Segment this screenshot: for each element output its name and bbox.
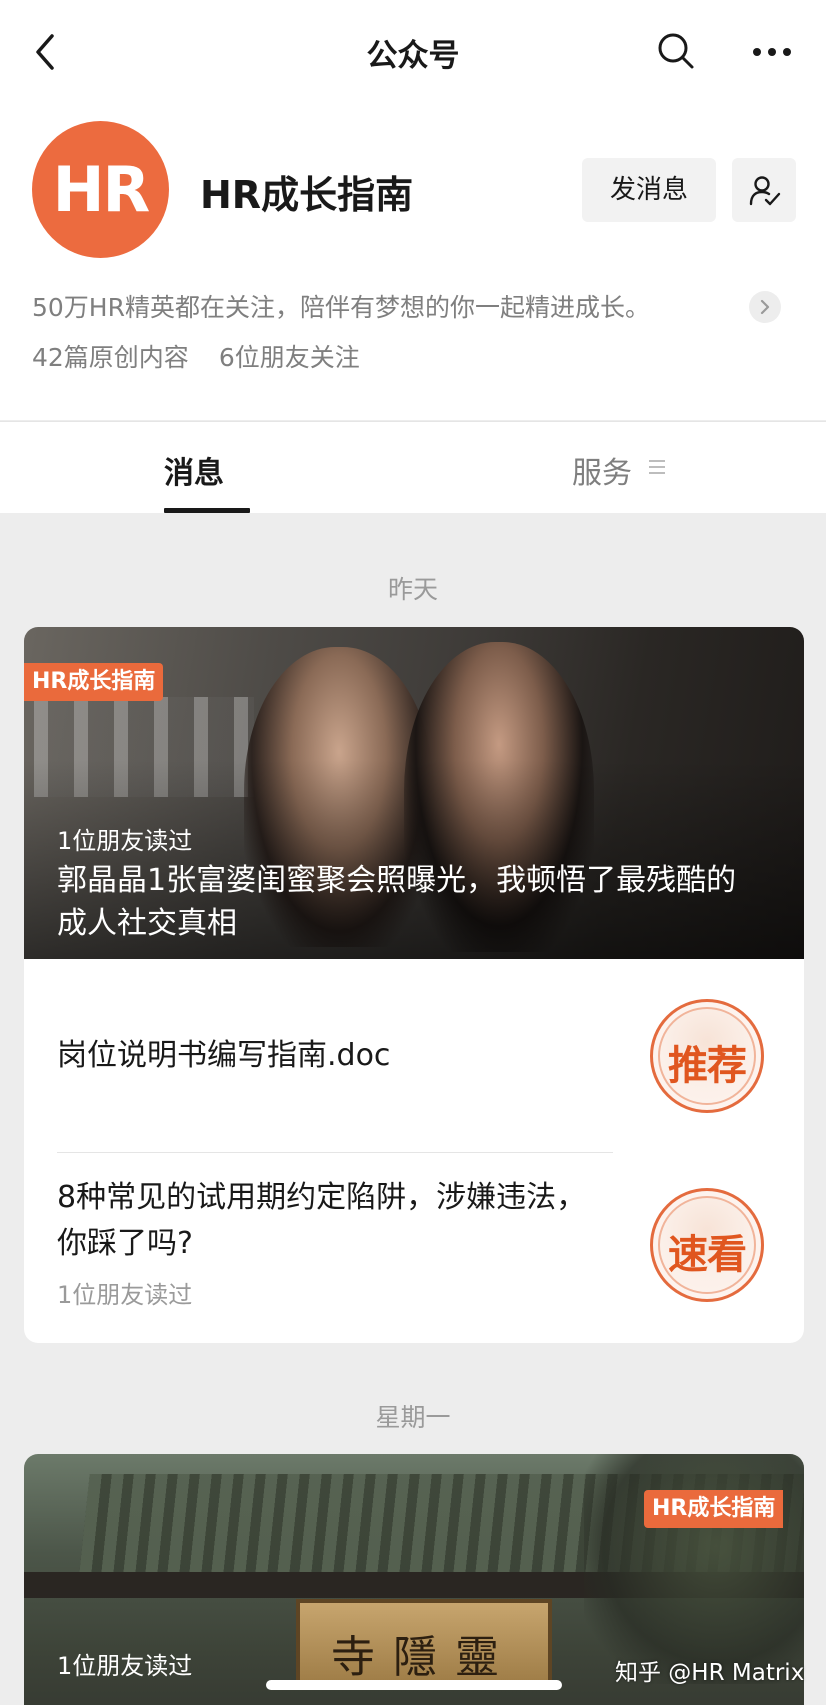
date-separator: 昨天: [387, 575, 438, 604]
list-item[interactable]: 岗位说明书编写指南.doc 推荐: [24, 959, 804, 1153]
more-horizontal-icon[interactable]: [750, 37, 794, 67]
hero-read-by: 1位朋友读过: [57, 827, 193, 855]
account-description[interactable]: 50万HR精英都在关注，陪伴有梦想的你一起精进成长。: [32, 288, 650, 324]
article-title: 8种常见的试用期约定陷阱，涉嫌违法，你踩了吗?: [57, 1180, 587, 1261]
hero-read-by: 1位朋友读过: [57, 1652, 193, 1680]
friends-following[interactable]: 6位朋友关注: [219, 343, 360, 372]
brand-tag: HR成长指南: [24, 663, 164, 701]
menu-lines-icon: [648, 458, 666, 480]
watermark: 知乎 @HR Matrix: [615, 1660, 805, 1686]
article-read-by: 1位朋友读过: [57, 1281, 193, 1309]
original-count[interactable]: 42篇原创内容: [32, 343, 189, 372]
home-indicator[interactable]: [266, 1680, 562, 1690]
badge-text: 推荐: [668, 1043, 747, 1089]
article-card: HR成长指南 1位朋友读过 郭晶晶1张富婆闺蜜聚会照曝光，我顿悟了最残酷的成人社…: [24, 627, 804, 1343]
account-name: HR成长指南: [200, 173, 414, 217]
tab-services[interactable]: 服务: [572, 448, 632, 492]
list-item[interactable]: 8种常见的试用期约定陷阱，涉嫌违法，你踩了吗? 1位朋友读过 速看: [24, 1153, 804, 1343]
hero-article[interactable]: HR成长指南 1位朋友读过 郭晶晶1张富婆闺蜜聚会照曝光，我顿悟了最残酷的成人社…: [24, 627, 804, 959]
account-stats: 42篇原创内容 6位朋友关注: [32, 338, 360, 374]
follow-status-button[interactable]: [732, 158, 796, 222]
plaque-text: 寺隱靈: [331, 1632, 517, 1683]
date-separator: 星期一: [375, 1403, 451, 1432]
thumbnail-badge: 推荐: [650, 999, 764, 1113]
badge-text: 速看: [668, 1232, 747, 1278]
search-icon[interactable]: [656, 31, 696, 71]
article-title: 岗位说明书编写指南.doc: [57, 1038, 391, 1073]
tab-active-indicator: [164, 508, 250, 513]
tab-messages[interactable]: 消息: [164, 448, 224, 492]
navigation-bar: 公众号: [0, 0, 826, 104]
account-avatar[interactable]: HR: [32, 121, 169, 258]
account-profile: HR HR成长指南 发消息 50万HR精英都在关注，陪伴有梦想的你一起精进成长。…: [0, 104, 826, 420]
thumbnail-badge: 速看: [650, 1188, 764, 1302]
brand-tag: HR成长指南: [644, 1490, 784, 1528]
tab-bar: 消息 服务: [0, 421, 826, 513]
page-title: 公众号: [366, 38, 460, 74]
hero-title: 郭晶晶1张富婆闺蜜聚会照曝光，我顿悟了最残酷的成人社交真相: [57, 863, 737, 941]
chevron-right-icon[interactable]: [749, 291, 781, 323]
send-message-button[interactable]: 发消息: [582, 158, 716, 222]
